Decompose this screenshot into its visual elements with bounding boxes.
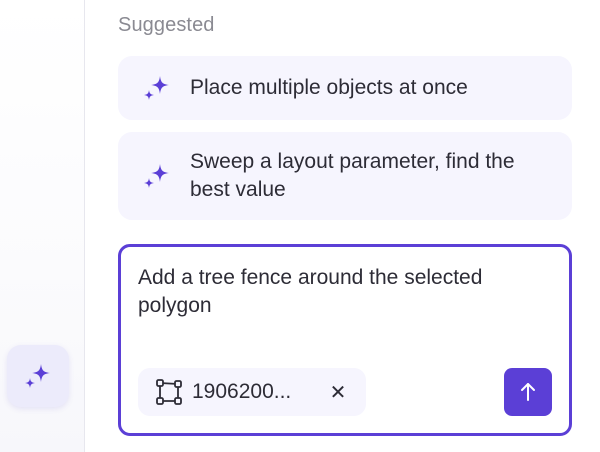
suggested-heading: Suggested [118,14,215,36]
message-composer[interactable]: Add a tree fence around the selected pol… [118,244,572,436]
sparkles-icon [25,364,50,388]
ai-assistant-panel: Suggested Place multiple objects at once… [0,0,600,452]
polygon-icon [154,377,184,407]
suggestion-label: Sweep a layout parameter, find the best … [190,150,515,201]
suggestion-item[interactable]: Place multiple objects at once [118,56,572,120]
message-input[interactable]: Add a tree fence around the selected pol… [138,264,538,320]
sparkles-icon [142,73,172,103]
arrow-up-icon [521,383,535,401]
attachment-chip[interactable]: 1906200... ✕ [138,368,366,416]
ai-assistant-button[interactable] [7,345,69,407]
suggestion-item[interactable]: Sweep a layout parameter, find the best … [118,132,572,220]
suggestion-label: Place multiple objects at once [190,76,468,99]
attachment-label: 1906200... [192,380,292,403]
close-icon[interactable]: ✕ [326,380,350,404]
sparkles-icon [142,161,172,191]
send-button[interactable] [504,368,552,416]
left-rail [0,0,85,452]
main-panel: Suggested Place multiple objects at once… [118,0,572,452]
